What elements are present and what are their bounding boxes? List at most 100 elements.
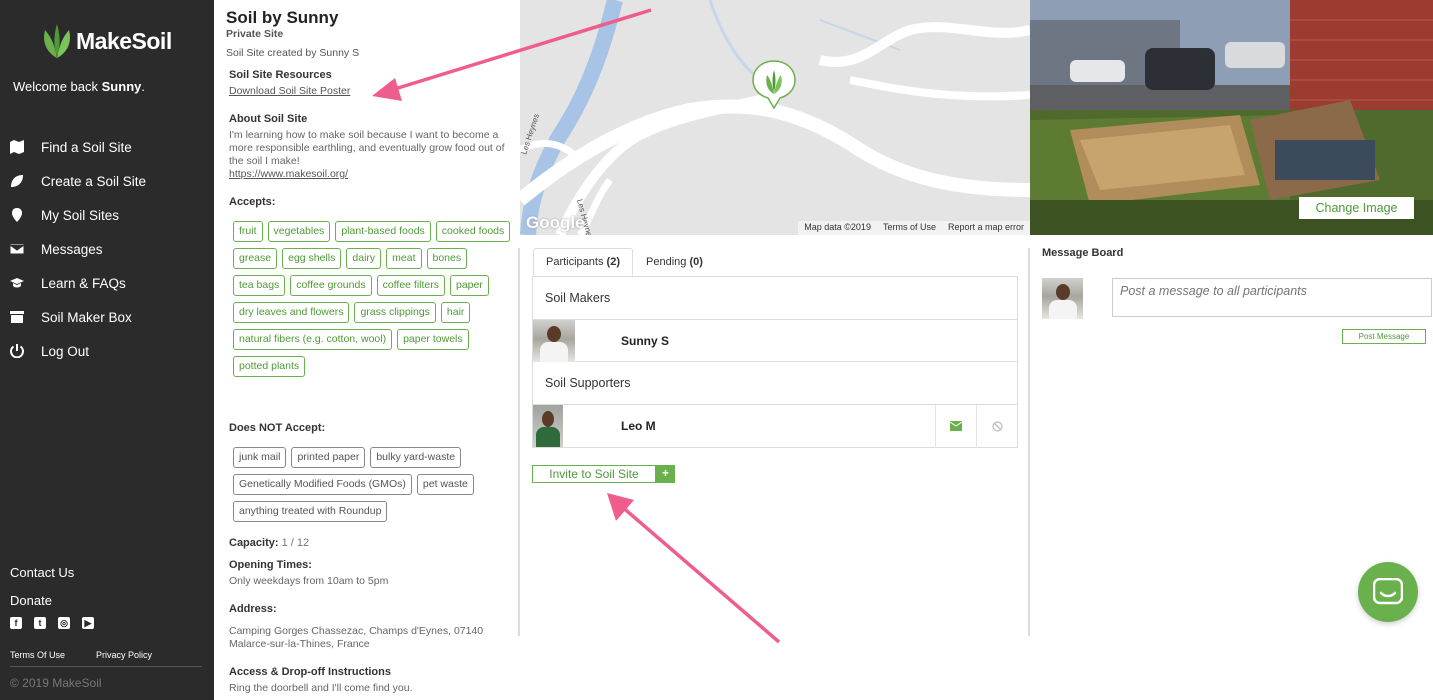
participant-name: Leo M [621, 419, 656, 433]
legal-links: Terms Of Use Privacy Policy [10, 650, 152, 660]
instagram-icon[interactable]: ◎ [58, 617, 70, 629]
site-map[interactable]: Les Heynes Les Heynes Google Map data ©2… [520, 0, 1030, 235]
invite-button[interactable]: Invite to Soil Site [532, 465, 656, 483]
power-icon [10, 344, 24, 358]
about-website-link[interactable]: https://www.makesoil.org/ [229, 168, 514, 181]
map-icon [10, 140, 24, 154]
not-accepts-tag-list: junk mail printed paper bulky yard-waste Ge… [233, 447, 513, 522]
remove-participant-button[interactable] [976, 405, 1017, 447]
address-label: Address: [229, 603, 277, 615]
not-accepted-item-tag: Genetically Modified Foods (GMOs) [233, 474, 412, 495]
box-icon [10, 310, 24, 324]
nav-soil-maker-box[interactable]: Soil Maker Box [0, 300, 214, 334]
site-map-pin-icon[interactable] [752, 60, 796, 110]
capacity-value: 1 / 12 [281, 537, 310, 549]
accepted-item-tag: vegetables [267, 221, 331, 242]
nav-messages[interactable]: Messages [0, 232, 214, 266]
facebook-icon[interactable]: f [10, 617, 22, 629]
message-board-title: Message Board [1042, 247, 1124, 259]
capacity-label: Capacity: 1 / 12 [229, 537, 310, 549]
envelope-icon [10, 242, 24, 256]
not-accepted-item-tag: bulky yard-waste [370, 447, 462, 468]
avatar [1042, 278, 1083, 319]
accepted-item-tag: meat [386, 248, 422, 269]
tab-pending[interactable]: Pending (0) [633, 248, 716, 276]
soil-makers-header: Soil Makers [533, 277, 1017, 320]
nav-create-soil-site[interactable]: Create a Soil Site [0, 164, 214, 198]
copyright: © 2019 MakeSoil [10, 676, 102, 690]
contact-us-link[interactable]: Contact Us [10, 565, 202, 580]
site-photo: Change Image [1030, 0, 1433, 235]
column-divider [1028, 248, 1030, 636]
access-label: Access & Drop-off Instructions [229, 666, 391, 678]
divider [10, 666, 202, 667]
message-participant-button[interactable] [935, 405, 976, 447]
accepted-item-tag: coffee filters [376, 275, 445, 296]
accepted-item-tag: hair [440, 302, 471, 323]
terms-of-use-link[interactable]: Terms Of Use [10, 650, 65, 660]
post-message-button[interactable]: Post Message [1342, 329, 1426, 344]
opening-times-label: Opening Times: [229, 559, 312, 571]
change-image-button[interactable]: Change Image [1299, 197, 1414, 219]
accepted-item-tag: bones [426, 248, 468, 269]
message-input[interactable] [1112, 278, 1432, 317]
accepted-item-tag: plant-based foods [335, 221, 431, 242]
invite-group: Invite to Soil Site + [532, 465, 675, 483]
site-type: Private Site [226, 28, 284, 40]
accepts-label: Accepts: [229, 196, 276, 208]
envelope-icon [950, 421, 962, 431]
map-data-text: Map data ©2019 [804, 222, 871, 232]
not-accepts-label: Does NOT Accept: [229, 422, 326, 434]
user-name: Sunny [101, 79, 142, 94]
accepted-item-tag: tea bags [233, 275, 286, 296]
about-text: I'm learning how to make soil because I … [229, 129, 505, 167]
block-icon [991, 420, 1003, 432]
map-roads: Les Heynes Les Heynes [520, 0, 1030, 235]
social-links: f t ◎ ▶ [10, 617, 94, 629]
chat-widget-button[interactable] [1358, 562, 1418, 622]
nav-learn-faqs[interactable]: Learn & FAQs [0, 266, 214, 300]
site-info-panel: Soil by Sunny Private Site Soil Site cre… [214, 0, 520, 700]
privacy-policy-link[interactable]: Privacy Policy [96, 650, 152, 660]
participants-tabs: Participants (2) Pending (0) [533, 248, 716, 276]
page-title: Soil by Sunny [226, 8, 339, 27]
download-poster-link[interactable]: Download Soil Site Poster [229, 85, 514, 98]
annotation-arrow [618, 503, 781, 644]
accepted-item-tag: coffee grounds [290, 275, 372, 296]
brand-name: MakeSoil [76, 27, 172, 54]
nav-find-soil-site[interactable]: Find a Soil Site [0, 130, 214, 164]
soil-supporters-header: Soil Supporters [533, 362, 1017, 405]
invite-plus-button[interactable]: + [656, 465, 675, 483]
not-accepted-item-tag: anything treated with Roundup [233, 501, 388, 522]
youtube-icon[interactable]: ▶ [82, 617, 94, 629]
about-label: About Soil Site [229, 113, 308, 125]
participant-name: Sunny S [621, 333, 670, 348]
accepted-item-tag: dairy [346, 248, 382, 269]
participant-row[interactable]: Leo M [533, 405, 1017, 447]
address-value: Camping Gorges Chassezac, Champs d'Eynes… [229, 625, 484, 650]
resources-label: Soil Site Resources [229, 69, 332, 81]
accepted-item-tag: grass clippings [354, 302, 436, 323]
tab-participants[interactable]: Participants (2) [533, 248, 633, 276]
makesoil-logo[interactable]: MakeSoil [40, 22, 172, 60]
accepted-item-tag: paper [450, 275, 489, 296]
leaf-icon [10, 174, 24, 188]
accepted-item-tag: paper towels [397, 329, 469, 350]
sprout-logo-icon [44, 24, 70, 58]
twitter-icon[interactable]: t [34, 617, 46, 629]
avatar [533, 405, 563, 447]
not-accepted-item-tag: junk mail [233, 447, 287, 468]
opening-times-value: Only weekdays from 10am to 5pm [229, 575, 389, 587]
welcome-message: Welcome back Sunny. [13, 79, 145, 94]
map-terms-link[interactable]: Terms of Use [883, 222, 936, 234]
chat-icon [1373, 578, 1403, 605]
nav-my-soil-sites[interactable]: My Soil Sites [0, 198, 214, 232]
column-divider [518, 248, 520, 636]
accepted-item-tag: cooked foods [435, 221, 511, 242]
nav-log-out[interactable]: Log Out [0, 334, 214, 368]
map-attribution: Map data ©2019 Terms of Use Report a map… [798, 221, 1030, 235]
participant-row[interactable]: Sunny S [533, 319, 1017, 362]
map-report-link[interactable]: Report a map error [948, 222, 1024, 234]
site-created-by: Soil Site created by Sunny S [226, 47, 360, 59]
donate-link[interactable]: Donate [10, 593, 202, 608]
